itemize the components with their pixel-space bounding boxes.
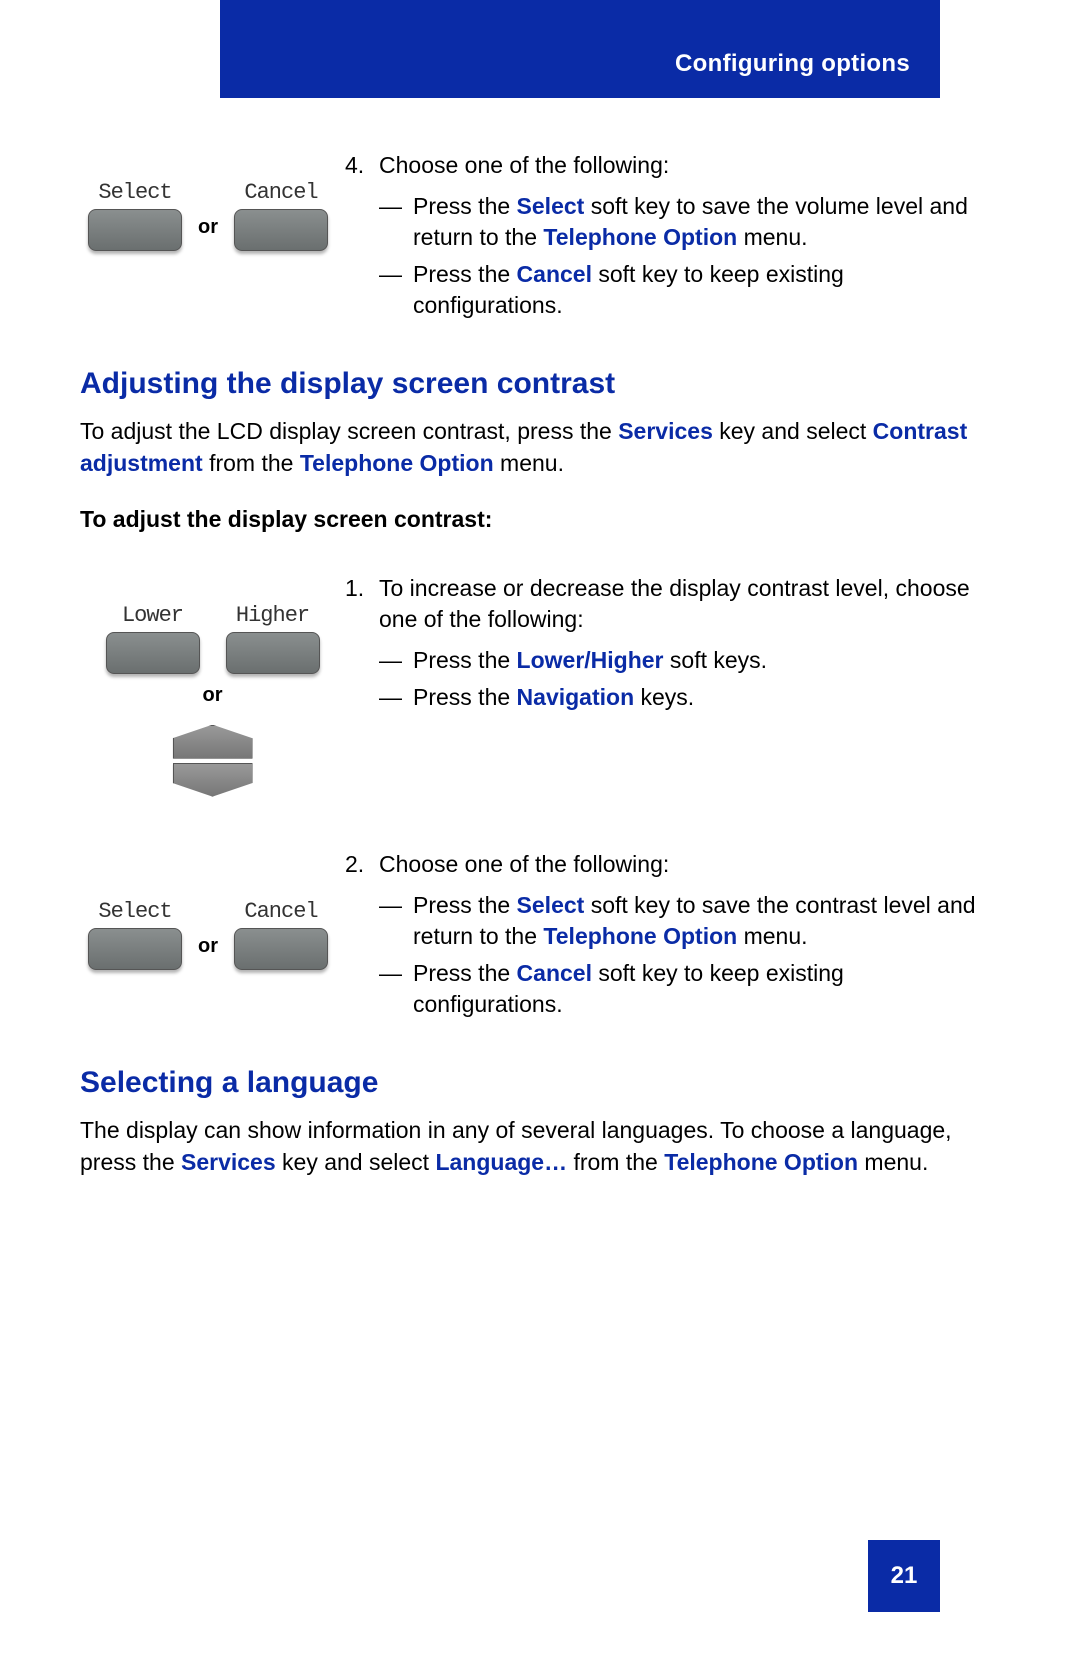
step-number: 1. xyxy=(345,573,379,635)
select-key-label: Select xyxy=(98,899,171,924)
or-label: or xyxy=(203,684,223,707)
section-contrast-subhead: To adjust the display screen contrast: xyxy=(80,506,980,533)
step-number: 2. xyxy=(345,849,379,880)
step-lead: Choose one of the following: xyxy=(379,150,669,181)
select-softkey[interactable] xyxy=(88,209,182,251)
stepa1-opt-a: Press the Lower/Higher soft keys. xyxy=(413,645,767,676)
cancel-softkey[interactable] xyxy=(234,209,328,251)
header-title: Configuring options xyxy=(675,50,910,78)
select-key-label: Select xyxy=(98,180,171,205)
select-softkey[interactable] xyxy=(88,928,182,970)
dash-icon: — xyxy=(379,191,413,253)
section-contrast-intro: To adjust the LCD display screen contras… xyxy=(80,415,980,479)
cancel-softkey[interactable] xyxy=(234,928,328,970)
section-language-intro: The display can show information in any … xyxy=(80,1114,980,1178)
lower-key-label: Lower xyxy=(122,603,183,628)
step-lead: Choose one of the following: xyxy=(379,849,669,880)
or-label: or xyxy=(198,216,218,251)
dash-icon: — xyxy=(379,259,413,321)
step-lead: To increase or decrease the display cont… xyxy=(379,573,980,635)
higher-key-label: Higher xyxy=(236,603,309,628)
step-a2-row: Select or Cancel 2. Choose one of the fo… xyxy=(80,849,980,1026)
cancel-key-label: Cancel xyxy=(244,899,317,924)
lower-softkey[interactable] xyxy=(106,632,200,674)
select-cancel-keys: Select or Cancel xyxy=(80,180,345,251)
stepa1-opt-b: Press the Navigation keys. xyxy=(413,682,694,713)
nav-down-key[interactable] xyxy=(173,763,253,797)
page-number: 21 xyxy=(891,1562,918,1590)
step-a1-row: Lower Higher or 1. To increase o xyxy=(80,573,980,799)
stepa2-opt-b: Press the Cancel soft key to keep existi… xyxy=(413,958,980,1020)
dash-icon: — xyxy=(379,890,413,952)
navigation-keys xyxy=(173,723,253,799)
step4-opt-a: Press the Select soft key to save the vo… xyxy=(413,191,980,253)
step4-opt-b: Press the Cancel soft key to keep existi… xyxy=(413,259,980,321)
dash-icon: — xyxy=(379,682,413,713)
section-language-title: Selecting a language xyxy=(80,1066,980,1100)
nav-up-key[interactable] xyxy=(173,725,253,759)
higher-softkey[interactable] xyxy=(226,632,320,674)
section-contrast-title: Adjusting the display screen contrast xyxy=(80,367,980,401)
select-cancel-keys-2: Select or Cancel xyxy=(80,899,345,970)
or-label: or xyxy=(198,935,218,970)
cancel-key-label: Cancel xyxy=(244,180,317,205)
stepa2-opt-a: Press the Select soft key to save the co… xyxy=(413,890,980,952)
step-4-row: Select or Cancel 4. Choose one of the fo… xyxy=(80,150,980,327)
step-number: 4. xyxy=(345,150,379,181)
dash-icon: — xyxy=(379,645,413,676)
header-bar: Configuring options xyxy=(220,0,940,98)
page-number-badge: 21 xyxy=(868,1540,940,1612)
dash-icon: — xyxy=(379,958,413,1020)
